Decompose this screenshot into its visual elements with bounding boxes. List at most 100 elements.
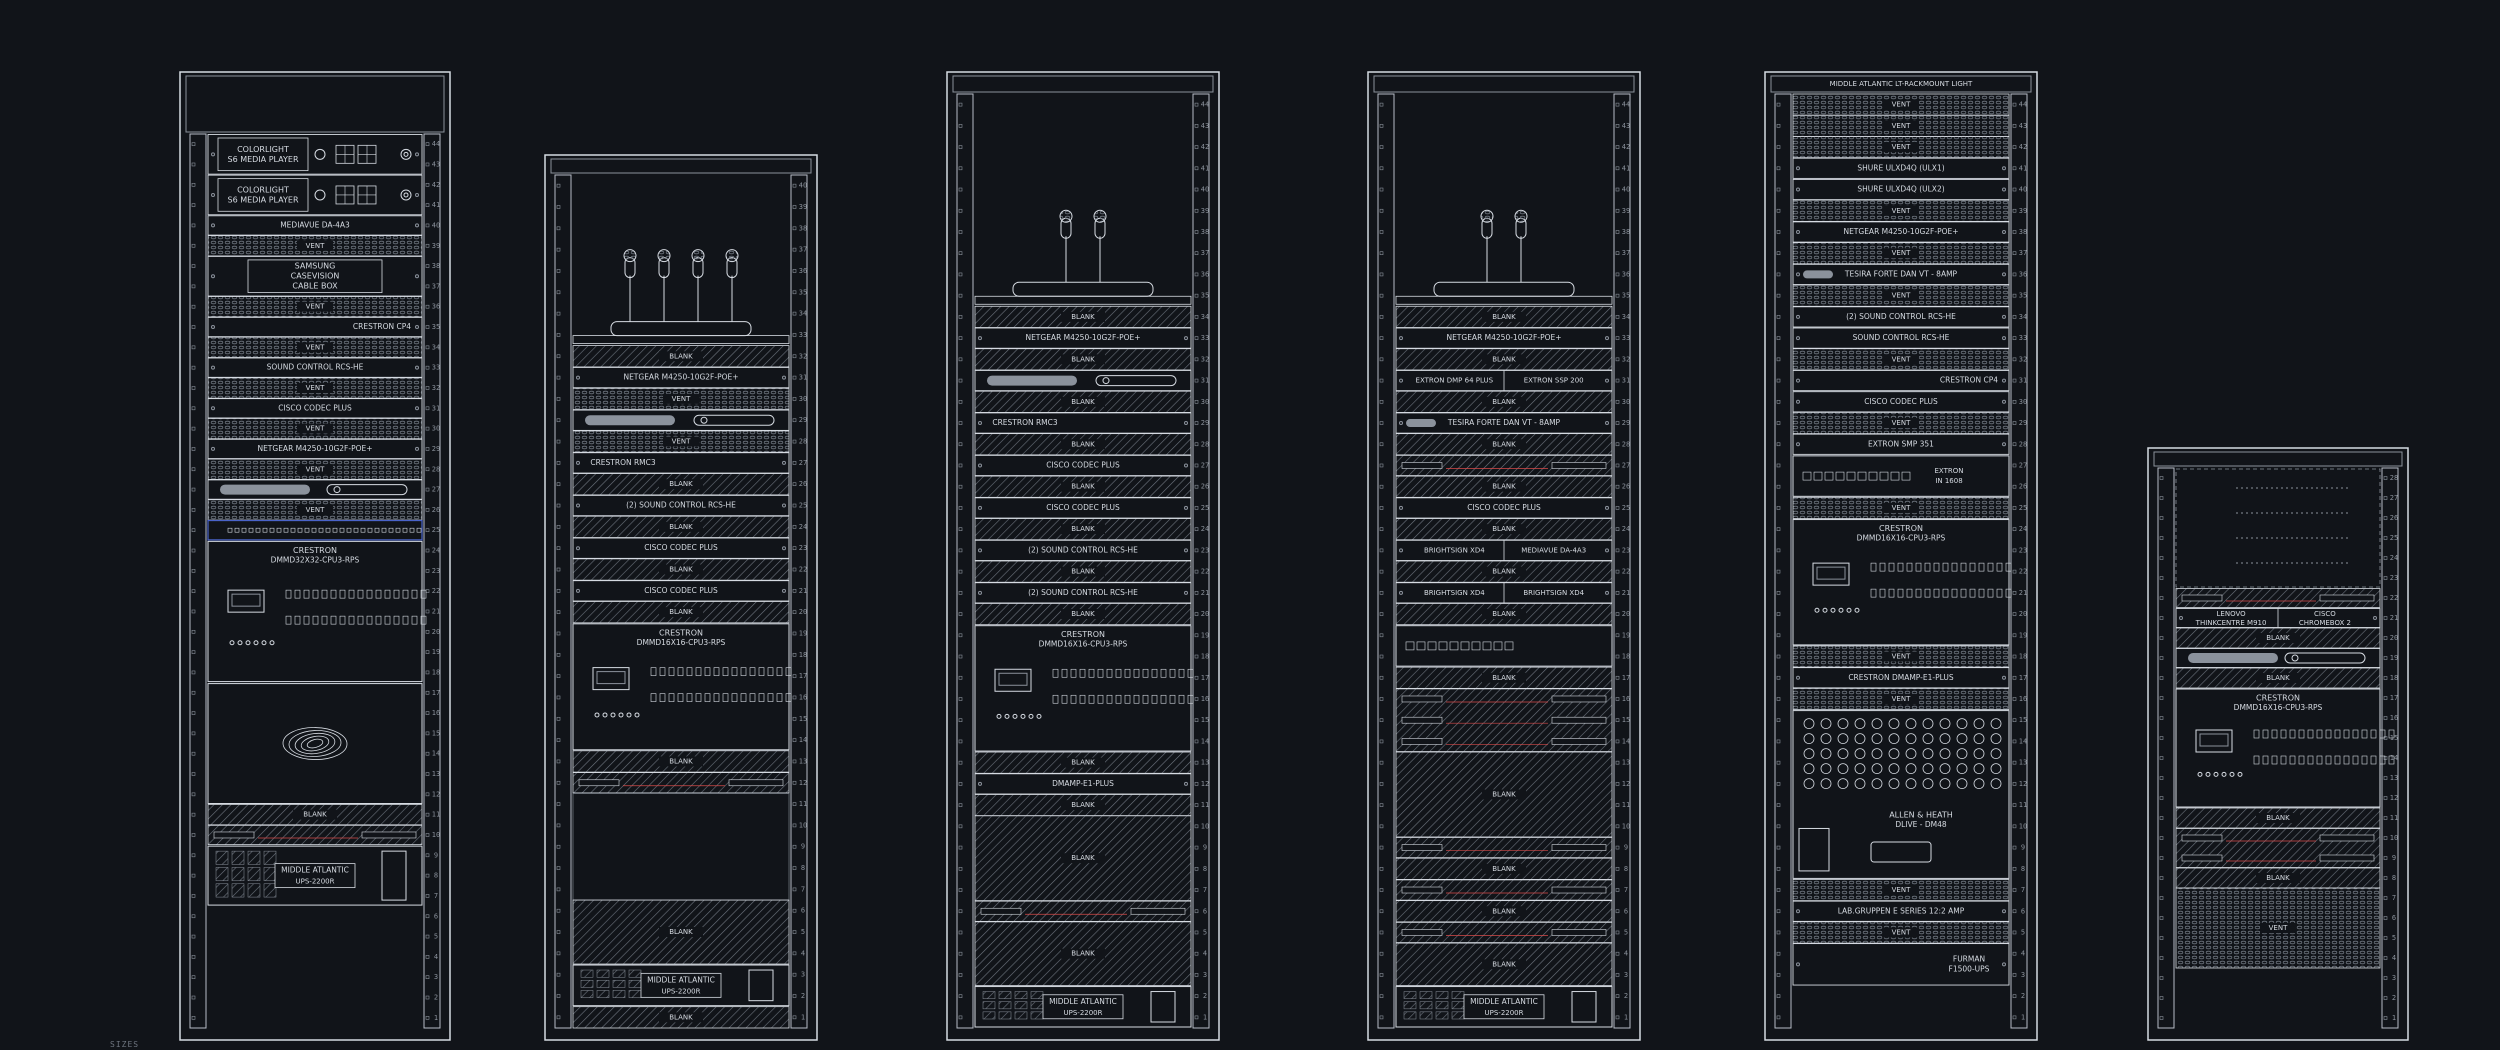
unit-number: 15 [432, 729, 440, 737]
rack-device-small [572, 772, 790, 794]
unit-number: 6 [1624, 907, 1628, 915]
unit-number: 41 [1622, 164, 1630, 172]
rack-device-ups: MIDDLE ATLANTIC UPS-2200R [207, 845, 423, 906]
rack-device-mics [572, 249, 790, 345]
device-label: CRESTRON DMAMP-E1-PLUS [1848, 673, 1954, 682]
rack-device-label: (2) SOUND CONTROL RCS-HE [974, 539, 1192, 561]
unit-number: 24 [2019, 525, 2027, 533]
device-label: TESIRA FORTE DAN VT - 8AMP [1844, 269, 1958, 278]
blank-panel-label: BLANK [1071, 854, 1095, 862]
unit-number: 20 [432, 628, 440, 636]
unit-number: 27 [2019, 461, 2027, 469]
blank-panel-label: BLANK [1492, 525, 1516, 533]
device-label: F1500-UPS [1949, 964, 1990, 973]
unit-number: 21 [799, 587, 807, 595]
vent-panel-label: VENT [306, 425, 325, 433]
unit-number: 27 [1201, 461, 1209, 469]
device-label: CRESTRON RMC3 [590, 458, 656, 467]
unit-number: 29 [2019, 419, 2027, 427]
unit-number: 12 [1622, 780, 1630, 788]
unit-number: 8 [434, 872, 438, 880]
unit-number: 30 [2019, 398, 2027, 406]
unit-number: 11 [799, 800, 807, 808]
device-label: EXTRON SMP 351 [1868, 439, 1934, 448]
rack-device-blank: BLANK [572, 899, 790, 965]
rack-device-small [1395, 454, 1613, 476]
device-label: FURMAN [1953, 954, 1985, 963]
rack-device-vent: VENT [207, 377, 423, 399]
unit-number: 26 [1622, 483, 1630, 491]
rack-device-blank: BLANK [1395, 900, 1613, 923]
unit-number: 1 [434, 1014, 438, 1022]
unit-number: 4 [801, 949, 805, 957]
rack-device-blank: BLANK [1395, 942, 1613, 986]
unit-number: 13 [1201, 759, 1209, 767]
unit-number: 44 [1201, 101, 1209, 109]
rack-device-vent: VENT [207, 336, 423, 358]
unit-number: 37 [799, 246, 807, 254]
unit-number: 3 [434, 973, 438, 981]
device-label: UPS-2200R [1064, 1009, 1103, 1017]
device-label: S6 MEDIA PLAYER [227, 155, 298, 164]
unit-number: 42 [1622, 143, 1630, 151]
rack-device-blank: BLANK [974, 518, 1192, 541]
rack-rack2: 4039383736353433323130292827262524232221… [544, 154, 818, 1041]
rack-device-vent: VENT [1792, 136, 2010, 159]
device-label: UPS-2200R [1485, 1009, 1524, 1017]
rack-device-label: TESIRA FORTE DAN VT - 8AMP [1395, 412, 1613, 434]
unit-number: 40 [799, 182, 807, 190]
rack-device-small [207, 824, 423, 846]
rack-device-blank: BLANK [572, 515, 790, 538]
vent-panel-label: VENT [306, 506, 325, 514]
unit-number: 44 [2019, 101, 2027, 109]
device-label: MEDIAVUE DA-4A3 [1521, 546, 1586, 554]
unit-number: 18 [2390, 674, 2398, 682]
rack-device-vent: VENT [207, 296, 423, 318]
rack-device-knobs: ALLEN & HEATHDLIVE - DM48 [1792, 710, 2010, 879]
blank-panel-label: BLANK [1492, 674, 1516, 682]
rack-device-mics [1395, 209, 1613, 305]
device-label: TESIRA FORTE DAN VT - 8AMP [1447, 418, 1561, 427]
rack-device-mics [974, 209, 1192, 305]
unit-number: 35 [2019, 292, 2027, 300]
unit-number: 23 [2019, 546, 2027, 554]
rack-device-label: SOUND CONTROL RCS-HE [1792, 327, 2010, 349]
blank-panel-label: BLANK [1071, 950, 1095, 958]
rack-device-vent: VENT [1792, 348, 2010, 371]
device-label: DMMD32X32-CPU3-RPS [271, 555, 360, 564]
unit-number: 16 [1622, 695, 1630, 703]
blank-panel-label: BLANK [1071, 355, 1095, 363]
device-label: LAB.GRUPPEN E SERIES 12:2 AMP [1838, 906, 1965, 915]
unit-number: 14 [799, 736, 807, 744]
unit-number: 42 [2019, 143, 2027, 151]
left-rail [189, 133, 207, 1029]
rack-device-label: CRESTRON CP4 [207, 316, 423, 338]
blank-panel-label: BLANK [1492, 483, 1516, 491]
unit-number: 18 [1622, 653, 1630, 661]
device-label: NETGEAR M4250-10G2F-POE+ [1446, 333, 1561, 342]
device-label: CRESTRON [1061, 630, 1105, 639]
unit-number: 22 [1622, 568, 1630, 576]
rack-top-cap [550, 158, 812, 174]
rack-device-blank: BLANK [974, 433, 1192, 456]
rack-device-blank: BLANK [572, 750, 790, 773]
rack-device-vent: VENT [207, 235, 423, 257]
unit-number: 25 [2019, 504, 2027, 512]
unit-number: 12 [799, 779, 807, 787]
unit-number: 21 [2019, 589, 2027, 597]
blank-panel-label: BLANK [1071, 483, 1095, 491]
unit-number: 8 [1203, 865, 1207, 873]
unit-number: 31 [799, 374, 807, 382]
blank-panel-label: BLANK [1071, 568, 1095, 576]
unit-number: 10 [1622, 822, 1630, 830]
unit-number: 2 [801, 992, 805, 1000]
rack-device-blank: BLANK [974, 603, 1192, 626]
unit-number: 5 [434, 933, 438, 941]
vent-panel-label: VENT [2269, 924, 2288, 932]
rack-device-small [1395, 879, 1613, 901]
device-label: (2) SOUND CONTROL RCS-HE [1846, 312, 1956, 321]
device-label: SOUND CONTROL RCS-HE [1853, 333, 1950, 342]
unit-number: 4 [2392, 954, 2396, 962]
unit-number: 25 [2390, 534, 2398, 542]
device-label: DLIVE - DM48 [1895, 820, 1947, 829]
